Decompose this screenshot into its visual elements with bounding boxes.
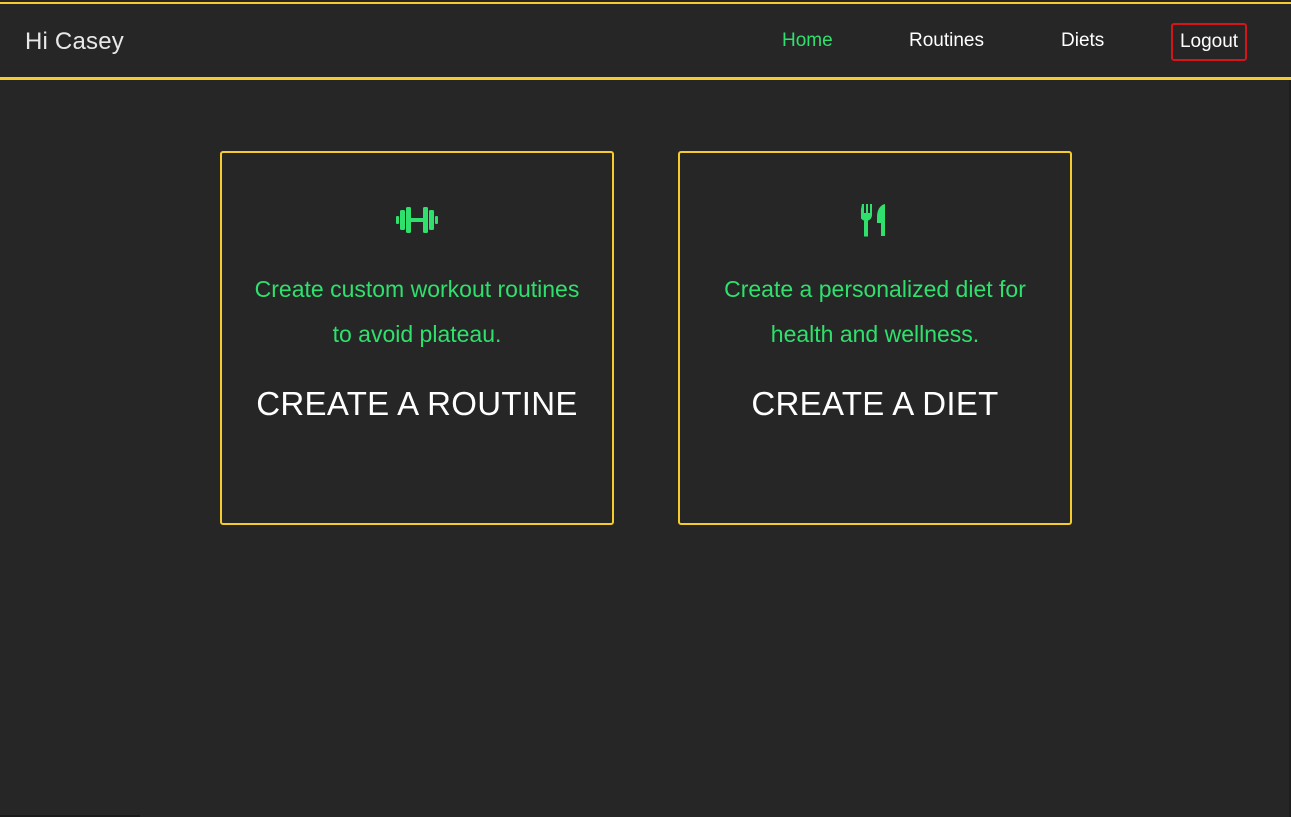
nav-routines-link[interactable]: Routines bbox=[909, 30, 984, 52]
user-greeting: Hi Casey bbox=[25, 28, 124, 55]
create-routine-card[interactable]: Create custom workout routines to avoid … bbox=[220, 151, 614, 525]
app-page: Hi Casey Home Routines Diets Logout Crea… bbox=[0, 0, 1291, 817]
nav-diets-link[interactable]: Diets bbox=[1061, 30, 1104, 52]
routine-description: Create custom workout routines to avoid … bbox=[254, 276, 580, 347]
utensils-icon bbox=[853, 201, 897, 239]
navbar: Hi Casey Home Routines Diets Logout bbox=[0, 2, 1291, 80]
create-diet-title[interactable]: CREATE A DIET bbox=[680, 385, 1070, 423]
logout-label: Logout bbox=[1179, 31, 1239, 52]
create-routine-title[interactable]: CREATE A ROUTINE bbox=[222, 385, 612, 423]
logout-button[interactable]: Logout bbox=[1171, 23, 1247, 61]
diet-description: Create a personalized diet for health an… bbox=[724, 276, 1026, 347]
create-diet-card[interactable]: Create a personalized diet for health an… bbox=[678, 151, 1072, 525]
nav-home-link[interactable]: Home bbox=[782, 30, 833, 52]
dumbbell-icon bbox=[395, 201, 439, 239]
